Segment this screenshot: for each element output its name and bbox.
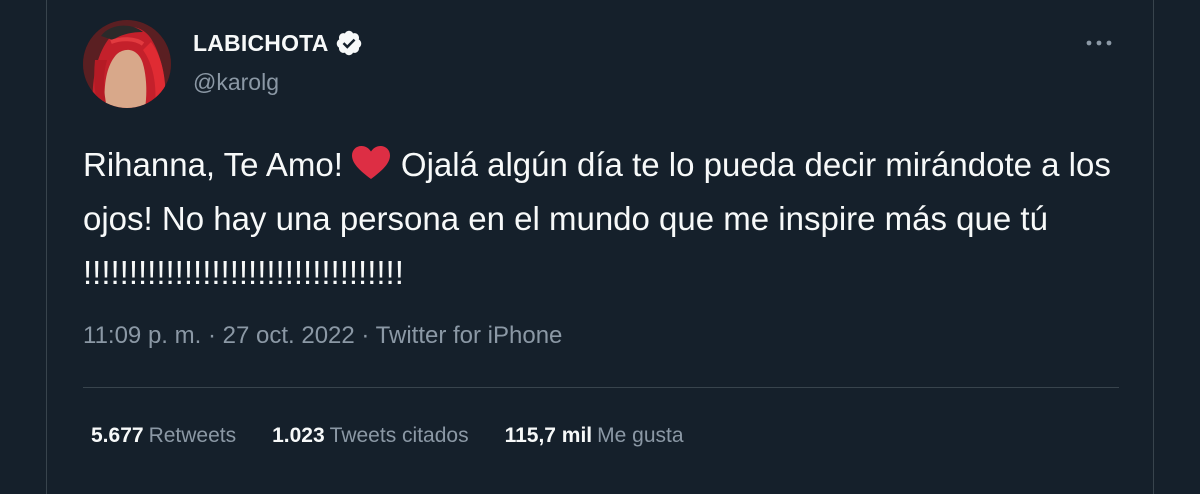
tweet-metadata: 11:09 p. m. · 27 oct. 2022 · Twitter for… <box>83 322 562 350</box>
author-name-row[interactable]: LABICHOTA <box>193 29 363 57</box>
engagement-stats: 5.677 Retweets 1.023 Tweets citados 115,7 … <box>91 424 684 448</box>
red-heart-icon <box>351 143 391 179</box>
retweets-count: 5.677 <box>91 424 144 447</box>
tweet-card: LABICHOTA @karolg Rihanna, Te Amo! Ojalá … <box>46 0 1154 494</box>
meta-separator: · <box>207 322 216 349</box>
meta-separator-2: · <box>361 322 370 349</box>
quote-tweets-count: 1.023 <box>272 424 325 447</box>
tweet-date[interactable]: 27 oct. 2022 <box>223 322 355 349</box>
quote-tweets-stat[interactable]: 1.023 Tweets citados <box>272 424 468 448</box>
likes-label: Me gusta <box>597 424 684 447</box>
avatar[interactable] <box>83 20 171 108</box>
retweets-stat[interactable]: 5.677 Retweets <box>91 424 236 448</box>
verified-badge-icon <box>335 29 363 57</box>
retweets-label: Retweets <box>148 424 237 447</box>
tweet-text: Rihanna, Te Amo! Ojalá algún día te lo pu… <box>83 138 1123 300</box>
more-options-button[interactable] <box>1079 28 1119 58</box>
author-handle[interactable]: @karolg <box>193 69 279 96</box>
likes-count: 115,7 mil <box>504 424 593 447</box>
tweet-text-part1: Rihanna, Te Amo! <box>83 146 343 183</box>
tweet-source[interactable]: Twitter for iPhone <box>376 322 563 349</box>
likes-stat[interactable]: 115,7 mil Me gusta <box>505 424 684 448</box>
quote-tweets-label: Tweets citados <box>329 424 469 447</box>
tweet-time[interactable]: 11:09 p. m. <box>83 322 201 349</box>
more-dots-icon <box>1085 34 1113 52</box>
author-display-name[interactable]: LABICHOTA <box>193 30 329 57</box>
divider-top <box>83 387 1119 388</box>
